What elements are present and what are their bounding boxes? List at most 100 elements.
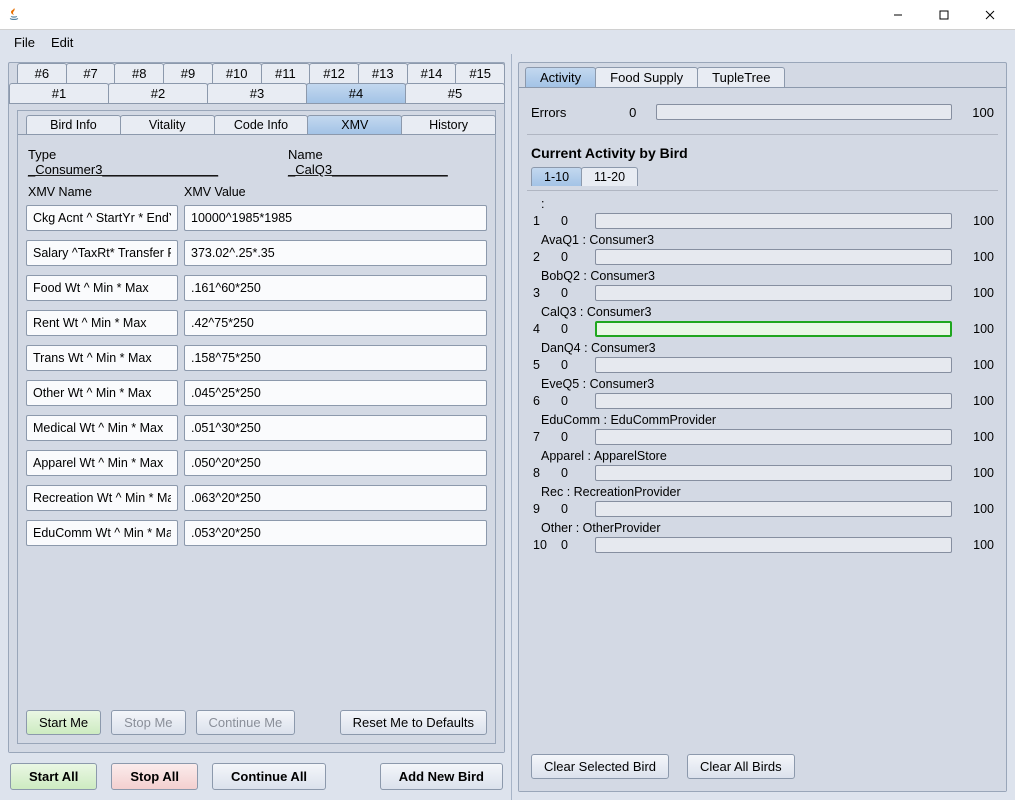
bird-bar-lo: 0 xyxy=(561,214,581,228)
xmv-value-input-5[interactable] xyxy=(184,380,487,406)
bird-row-10[interactable]: Other : OtherProvider100100 xyxy=(531,521,994,553)
bird-index: 8 xyxy=(531,466,547,480)
bird-bar-lo: 0 xyxy=(561,250,581,264)
index-tab-13[interactable]: #13 xyxy=(358,63,408,83)
bird-activity-bar xyxy=(595,321,952,337)
bird-row-7[interactable]: EduComm : EduCommProvider70100 xyxy=(531,413,994,445)
clear-all-birds-button[interactable]: Clear All Birds xyxy=(687,754,795,779)
start-me-button[interactable]: Start Me xyxy=(26,710,101,735)
bird-bar-hi: 100 xyxy=(966,538,994,552)
index-tab-5[interactable]: #5 xyxy=(405,83,505,103)
xmv-name-input-6[interactable] xyxy=(26,415,178,441)
right-tab-activity[interactable]: Activity xyxy=(525,67,596,87)
menu-file[interactable]: File xyxy=(6,33,43,52)
xmv-name-input-2[interactable] xyxy=(26,275,178,301)
bird-activity-bar xyxy=(595,465,952,481)
right-tabs: ActivityFood SupplyTupleTree Errors 0 10… xyxy=(518,62,1007,792)
bird-name: BobQ2 : Consumer3 xyxy=(531,269,994,283)
index-tab-11[interactable]: #11 xyxy=(261,63,311,83)
bird-row-9[interactable]: Rec : RecreationProvider90100 xyxy=(531,485,994,517)
window-minimize-button[interactable] xyxy=(875,0,921,30)
bird-row-4[interactable]: CalQ3 : Consumer340100 xyxy=(531,305,994,337)
bird-bar-lo: 0 xyxy=(561,466,581,480)
info-tab-xmv[interactable]: XMV xyxy=(307,115,402,134)
xmv-value-input-8[interactable] xyxy=(184,485,487,511)
xmv-value-input-2[interactable] xyxy=(184,275,487,301)
xmv-name-input-3[interactable] xyxy=(26,310,178,336)
bird-bar-hi: 100 xyxy=(966,358,994,372)
info-tab-bird-info[interactable]: Bird Info xyxy=(26,115,121,134)
bird-index: 10 xyxy=(531,538,547,552)
bird-row-6[interactable]: EveQ5 : Consumer360100 xyxy=(531,377,994,409)
bird-row-5[interactable]: DanQ4 : Consumer350100 xyxy=(531,341,994,373)
xmv-name-input-7[interactable] xyxy=(26,450,178,476)
errors-hi: 100 xyxy=(972,105,994,120)
index-tab-15[interactable]: #15 xyxy=(455,63,505,83)
bird-name: CalQ3 : Consumer3 xyxy=(531,305,994,319)
xmv-name-input-0[interactable] xyxy=(26,205,178,231)
index-tab-10[interactable]: #10 xyxy=(212,63,262,83)
index-tab-7[interactable]: #7 xyxy=(66,63,116,83)
stop-me-button[interactable]: Stop Me xyxy=(111,710,185,735)
menu-edit[interactable]: Edit xyxy=(43,33,81,52)
range-tab-11-20[interactable]: 11-20 xyxy=(581,167,638,186)
index-tab-9[interactable]: #9 xyxy=(163,63,213,83)
range-tab-1-10[interactable]: 1-10 xyxy=(531,167,582,186)
xmv-name-input-9[interactable] xyxy=(26,520,178,546)
window-maximize-button[interactable] xyxy=(921,0,967,30)
bird-activity-bar xyxy=(595,285,952,301)
info-tab-vitality[interactable]: Vitality xyxy=(120,115,215,134)
activity-title: Current Activity by Bird xyxy=(527,135,998,167)
continue-me-button[interactable]: Continue Me xyxy=(196,710,296,735)
right-tab-food-supply[interactable]: Food Supply xyxy=(595,67,698,87)
xmv-value-input-0[interactable] xyxy=(184,205,487,231)
start-all-button[interactable]: Start All xyxy=(10,763,97,790)
bird-row-1[interactable]: :10100 xyxy=(531,197,994,229)
errors-label: Errors xyxy=(531,105,566,120)
clear-selected-bird-button[interactable]: Clear Selected Bird xyxy=(531,754,669,779)
bird-index: 2 xyxy=(531,250,547,264)
xmv-value-input-4[interactable] xyxy=(184,345,487,371)
xmv-value-input-1[interactable] xyxy=(184,240,487,266)
stop-all-button[interactable]: Stop All xyxy=(111,763,198,790)
bird-row-8[interactable]: Apparel : ApparelStore80100 xyxy=(531,449,994,481)
xmv-value-input-6[interactable] xyxy=(184,415,487,441)
info-tab-history[interactable]: History xyxy=(401,115,496,134)
bird-index: 7 xyxy=(531,430,547,444)
bird-bar-hi: 100 xyxy=(966,430,994,444)
index-tab-4[interactable]: #4 xyxy=(306,83,406,103)
window-close-button[interactable] xyxy=(967,0,1013,30)
index-tab-3[interactable]: #3 xyxy=(207,83,307,103)
bird-row-2[interactable]: AvaQ1 : Consumer320100 xyxy=(531,233,994,265)
xmv-value-input-9[interactable] xyxy=(184,520,487,546)
bird-bar-hi: 100 xyxy=(966,394,994,408)
continue-all-button[interactable]: Continue All xyxy=(212,763,326,790)
menu-bar: File Edit xyxy=(0,30,1015,54)
errors-bar xyxy=(656,104,952,120)
bird-row-3[interactable]: BobQ2 : Consumer330100 xyxy=(531,269,994,301)
xmv-value-input-3[interactable] xyxy=(184,310,487,336)
xmv-name-input-5[interactable] xyxy=(26,380,178,406)
bird-index: 6 xyxy=(531,394,547,408)
index-tab-8[interactable]: #8 xyxy=(114,63,164,83)
index-tab-6[interactable]: #6 xyxy=(17,63,67,83)
xmv-name-input-8[interactable] xyxy=(26,485,178,511)
index-tab-2[interactable]: #2 xyxy=(108,83,208,103)
index-tab-1[interactable]: #1 xyxy=(9,83,109,103)
bird-activity-bar xyxy=(595,213,952,229)
bird-name: EduComm : EduCommProvider xyxy=(531,413,994,427)
add-new-bird-button[interactable]: Add New Bird xyxy=(380,763,503,790)
xmv-name-input-1[interactable] xyxy=(26,240,178,266)
bird-bar-hi: 100 xyxy=(966,250,994,264)
reset-me-button[interactable]: Reset Me to Defaults xyxy=(340,710,487,735)
title-bar xyxy=(0,0,1015,30)
xmv-value-input-7[interactable] xyxy=(184,450,487,476)
bird-bar-hi: 100 xyxy=(966,286,994,300)
index-tab-12[interactable]: #12 xyxy=(309,63,359,83)
bird-name: Other : OtherProvider xyxy=(531,521,994,535)
index-tab-14[interactable]: #14 xyxy=(407,63,457,83)
info-tab-code-info[interactable]: Code Info xyxy=(214,115,309,134)
right-tab-tupletree[interactable]: TupleTree xyxy=(697,67,785,87)
xmv-name-input-4[interactable] xyxy=(26,345,178,371)
name-label: Name xyxy=(288,147,323,162)
